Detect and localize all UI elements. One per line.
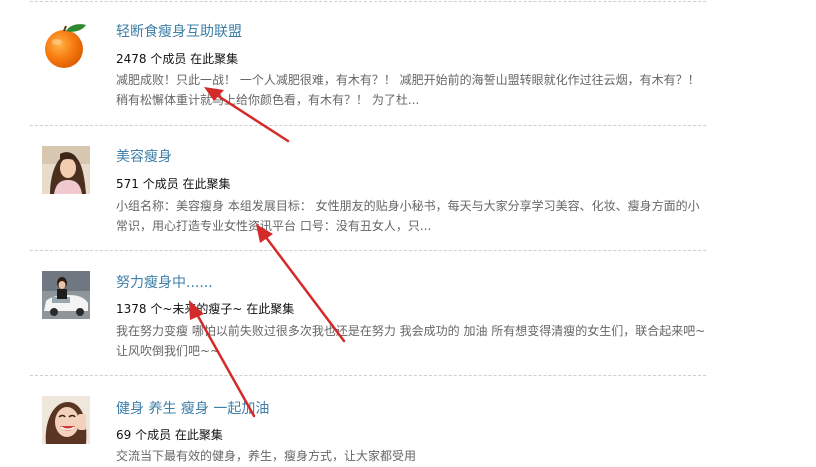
- group-avatar[interactable]: [42, 271, 90, 319]
- group-description: 我在努力变瘦 哪怕以前失败过很多次我也还是在努力 我会成功的 加油 所有想变得清…: [116, 324, 706, 358]
- group-title-link[interactable]: 美容瘦身: [116, 146, 172, 166]
- group-description: 交流当下最有效的健身，养生，瘦身方式，让大家都受用: [116, 449, 417, 463]
- group-member-count: 571 个成员 在此聚集: [116, 177, 231, 191]
- group-member-count: 2478 个成员 在此聚集: [116, 52, 239, 66]
- divider: [30, 375, 706, 376]
- divider: [30, 250, 706, 251]
- car-photo-icon: [42, 271, 90, 319]
- group-description: 小组名称：美容瘦身 本组发展目标： 女性朋友的贴身小秘书，每天与大家分享学习美容…: [116, 199, 700, 233]
- group-avatar[interactable]: [42, 396, 90, 444]
- orange-icon: [45, 24, 86, 68]
- woman-photo-icon: [42, 146, 90, 194]
- group-description: 减肥成败！只此一战！ 一个人减肥很难，有木有？！ 减肥开始前的海誓山盟转眼就化作…: [116, 73, 700, 107]
- divider: [30, 125, 706, 126]
- group-member-count: 1378 个~未来的瘦子~ 在此聚集: [116, 302, 295, 316]
- group-title-link[interactable]: 努力瘦身中......: [116, 272, 213, 292]
- group-title-link[interactable]: 轻断食瘦身互助联盟: [116, 21, 242, 41]
- group-member-count: 69 个成员 在此聚集: [116, 428, 223, 442]
- group-avatar[interactable]: [42, 22, 90, 70]
- group-title-link[interactable]: 健身 养生 瘦身 一起加油: [116, 398, 269, 418]
- divider: [30, 1, 706, 2]
- smiling-woman-photo-icon: [42, 396, 90, 444]
- group-avatar[interactable]: [42, 146, 90, 194]
- group-search-results: 轻断食瘦身互助联盟 2478 个成员 在此聚集 减肥成败！只此一战！ 一个人减肥…: [0, 0, 816, 467]
